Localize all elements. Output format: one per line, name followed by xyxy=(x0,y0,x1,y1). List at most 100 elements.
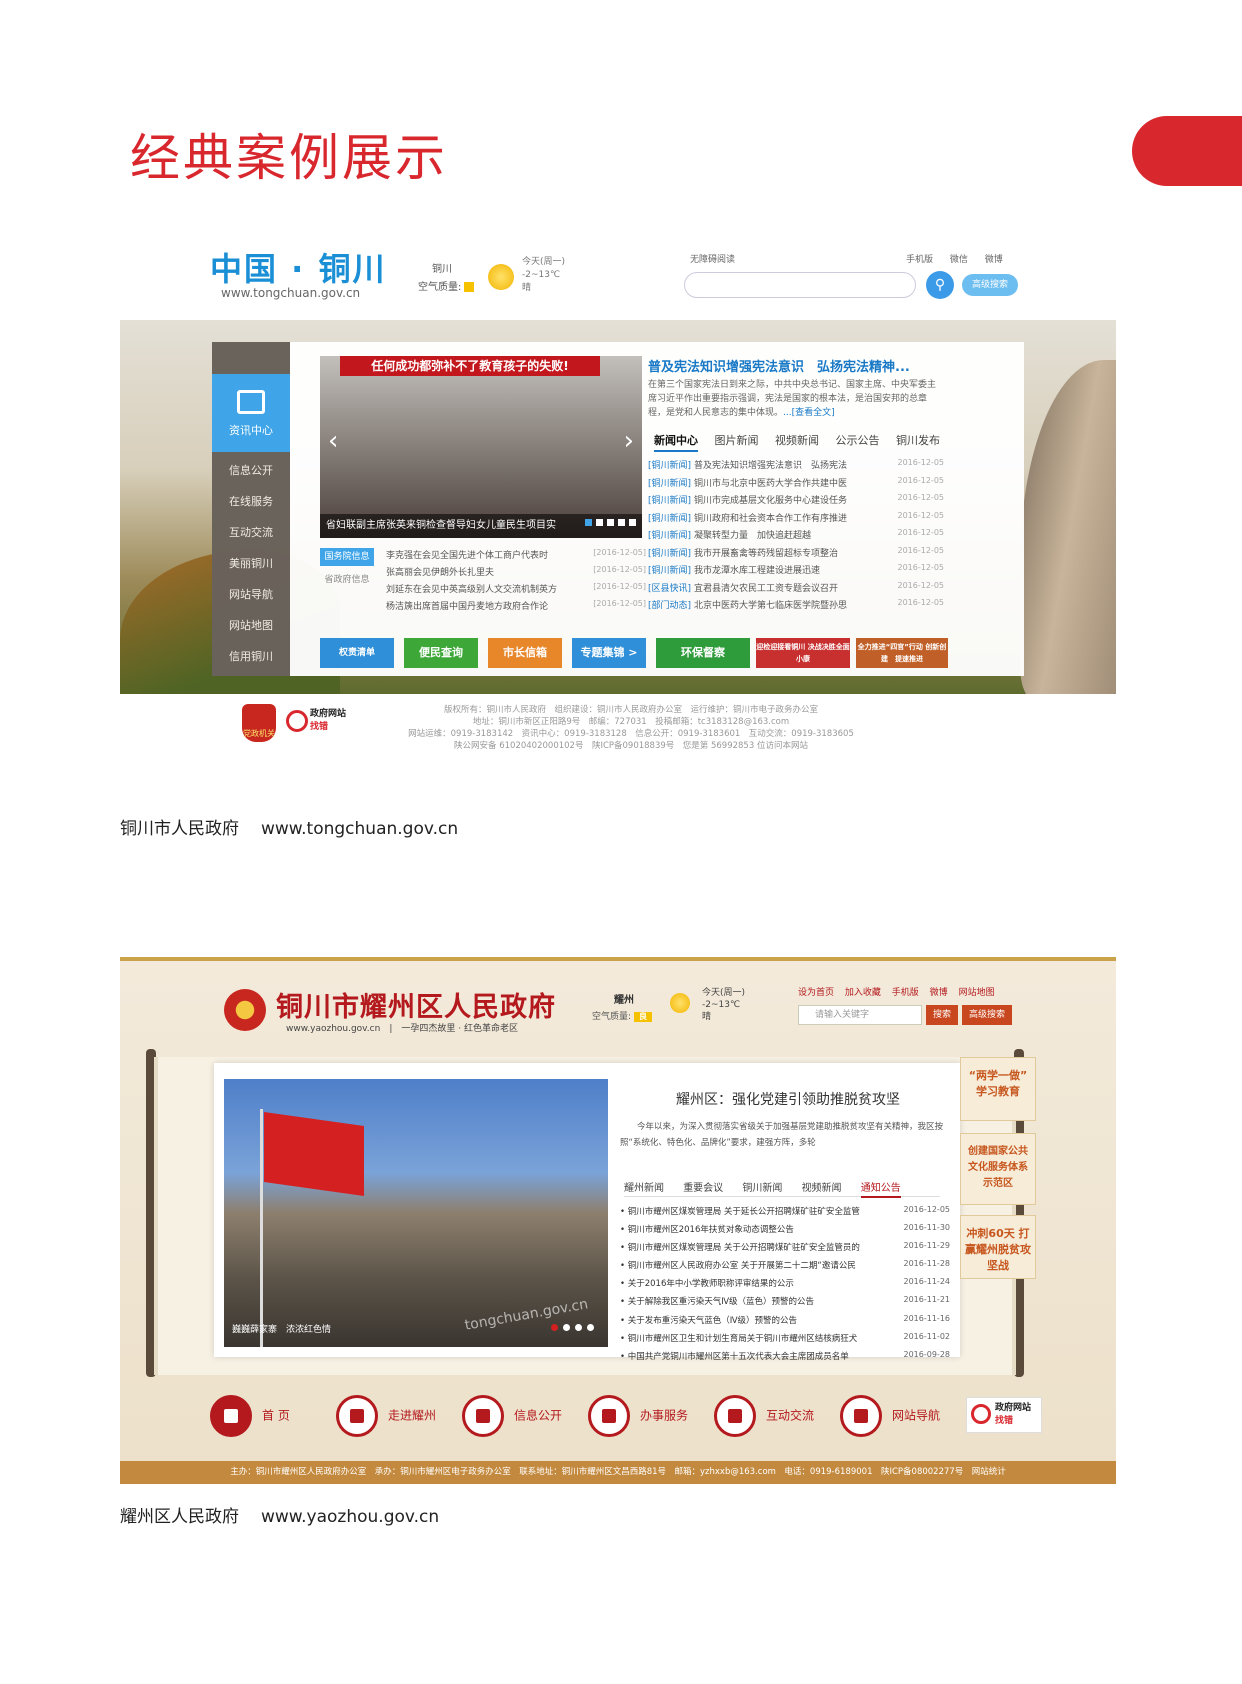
site-subtitle: www.yaozhou.gov.cn | 一孕四杰故里 · 红色革命老区 xyxy=(286,1024,518,1034)
search-icon[interactable]: ⚲ xyxy=(926,271,954,299)
tab-video-news[interactable]: 视频新闻 xyxy=(802,1183,842,1194)
list-item[interactable]: [铜川新闻] 我市开展畜禽等药残留超标专项整治 2016-12-05 xyxy=(648,546,944,564)
list-item[interactable]: • 关于2016年中小学教师职称评审结果的公示 2016-11-24 xyxy=(620,1277,950,1295)
carousel-dots[interactable] xyxy=(581,511,636,530)
quick-link-env-inspection[interactable]: 环保督察 xyxy=(656,638,750,668)
list-item[interactable]: [区县快讯] 宜君县清欠农民工工资专题会议召开 2016-12-05 xyxy=(648,581,944,599)
tab-yaozhou-news[interactable]: 耀州新闻 xyxy=(624,1183,664,1194)
tab-state-council[interactable]: 国务院信息 xyxy=(320,548,374,566)
nav-label: 办事服务 xyxy=(640,1408,689,1423)
sidebar-item-credit[interactable]: 信用铜川 xyxy=(212,648,290,664)
party-gov-emblem[interactable]: 党政机关 xyxy=(242,704,276,742)
list-item[interactable]: • 铜川市耀州区2016年扶贫对象动态调整公告 2016-11-30 xyxy=(620,1223,950,1241)
news-title: 北京中医药大学第七临床医学院暨孙思 xyxy=(694,601,848,611)
chevron-right-icon[interactable]: › xyxy=(624,426,634,456)
list-item[interactable]: 杨洁篪出席首届中国丹麦地方政府合作论 [2016-12-05] xyxy=(386,599,646,616)
read-more-link[interactable]: ...[查看全文] xyxy=(783,408,835,418)
magnifier-icon xyxy=(971,1404,991,1424)
list-item[interactable]: • 铜川市耀州区煤炭管理局 关于公开招聘煤矿驻矿安全监管员的 2016-11-29 xyxy=(620,1241,950,1259)
sidebar-item-interaction[interactable]: 互动交流 xyxy=(212,524,290,540)
sidebar-item-disclosure[interactable]: 信息公开 xyxy=(212,462,290,478)
list-item[interactable]: • 关于发布重污染天气蓝色（Ⅳ级）预警的公告 2016-11-16 xyxy=(620,1314,950,1332)
quick-link-four-officials[interactable]: 全力推进“四官”行动 创新创建 提速推进 xyxy=(856,638,948,668)
sun-icon xyxy=(670,993,690,1013)
promo-two-studies[interactable]: “两学一做” 学习教育 xyxy=(960,1057,1036,1121)
tab-news-center[interactable]: 新闻中心 xyxy=(654,434,698,452)
list-item[interactable]: • 铜川市耀州区煤炭管理局 关于延长公开招聘煤矿驻矿安全监管 2016-12-05 xyxy=(620,1205,950,1223)
site-map-link[interactable]: 网站地图 xyxy=(959,988,995,998)
accessibility-link[interactable]: 无障碍阅读 xyxy=(690,252,735,265)
tab-notices[interactable]: 通知公告 xyxy=(860,1183,901,1198)
list-item[interactable]: • 中国共产党铜川市耀州区第十五次代表大会主席团成员名单 2016-09-28 xyxy=(620,1350,950,1368)
news-photo-carousel[interactable]: 任何成功都弥补不了教育孩子的失败! ‹ › 省妇联副主席张英来铜检查督导妇女儿童… xyxy=(320,356,642,538)
sidebar-item-online-service[interactable]: 在线服务 xyxy=(212,493,290,509)
set-homepage-link[interactable]: 设为首页 xyxy=(798,988,834,998)
mobile-link[interactable]: 手机版 xyxy=(892,988,919,998)
sun-icon xyxy=(488,264,514,290)
mobile-link[interactable]: 手机版 xyxy=(906,255,933,265)
nav-about[interactable]: 走进耀州 xyxy=(336,1395,436,1439)
list-item[interactable]: 刘延东在会见中英高级别人文交流机制英方 [2016-12-05] xyxy=(386,582,646,599)
headline-link[interactable]: 耀州区：强化党建引领助推脱贫攻坚 xyxy=(628,1089,948,1109)
list-item[interactable]: [铜川新闻] 铜川市与北京中医药大学合作共建中医 2016-12-05 xyxy=(648,476,944,494)
nav-label: 互动交流 xyxy=(766,1408,815,1423)
advanced-search-button[interactable]: 高级搜索 xyxy=(962,274,1018,296)
quick-link-convenience[interactable]: 便民查询 xyxy=(404,638,478,668)
site-title[interactable]: 铜川市耀州区人民政府 xyxy=(276,985,556,1024)
search-button[interactable]: 搜索 xyxy=(926,1005,958,1025)
news-date: 2016-12-05 xyxy=(897,475,945,485)
list-item[interactable]: [铜川新闻] 铜川政府和社会资本合作工作有序推进 2016-12-05 xyxy=(648,511,944,529)
nav-interaction[interactable]: 互动交流 xyxy=(714,1395,814,1439)
tab-tongchuan-news[interactable]: 铜川新闻 xyxy=(742,1183,782,1194)
quick-link-mayor-mailbox[interactable]: 市长信箱 xyxy=(488,638,562,668)
sidebar-item-news-center[interactable]: 资讯中心 xyxy=(212,374,290,452)
wechat-link[interactable]: 微信 xyxy=(950,255,968,265)
gov-site-error-report[interactable]: 政府网站 找错 xyxy=(966,1397,1042,1433)
nav-site-guide[interactable]: 网站导航 xyxy=(840,1395,940,1439)
top-links: 手机版 微信 微博 xyxy=(892,252,1003,265)
nav-home[interactable]: 首 页 xyxy=(210,1395,290,1439)
weibo-link[interactable]: 微博 xyxy=(985,255,1003,265)
list-item[interactable]: 李克强在会见全国先进个体工商户代表时 [2016-12-05] xyxy=(386,548,646,565)
notice-date: [2016-12-05] xyxy=(593,599,646,608)
site-footer: 主办：铜川市耀州区人民政府办公室 承办：铜川市耀州区电子政务办公室 联系地址：铜… xyxy=(120,1461,1116,1484)
tab-provincial[interactable]: 省政府信息 xyxy=(320,572,374,585)
promo-poverty-alleviation[interactable]: 冲刺60天 打赢耀州脱贫攻坚战 xyxy=(960,1215,1036,1279)
sidebar-item-site-nav[interactable]: 网站导航 xyxy=(212,586,290,602)
site-logo[interactable]: 中国 · 铜川 xyxy=(210,244,386,290)
quick-link-power-list[interactable]: 权责清单 xyxy=(320,638,394,668)
list-item[interactable]: 张高丽会见伊朗外长扎里夫 [2016-12-05] xyxy=(386,565,646,582)
weather-temp: -2~13℃ xyxy=(522,270,561,280)
list-item[interactable]: • 铜川市耀州区人民政府办公室 关于开展第二十二期“邀请公民 2016-11-28 xyxy=(620,1259,950,1277)
promo-public-culture[interactable]: 创建国家公共文化服务体系示范区 xyxy=(960,1133,1036,1205)
add-favorite-link[interactable]: 加入收藏 xyxy=(845,988,881,998)
quick-link-topics[interactable]: 专题集锦 > xyxy=(572,638,646,668)
list-item[interactable]: • 铜川市耀州区卫生和计划生育局关于铜川市耀州区结核病狂犬 2016-11-02 xyxy=(620,1332,950,1350)
nav-disclosure[interactable]: 信息公开 xyxy=(462,1395,562,1439)
advanced-search-button[interactable]: 高级搜索 xyxy=(962,1005,1012,1025)
chevron-left-icon[interactable]: ‹ xyxy=(328,426,338,456)
list-item[interactable]: [铜川新闻] 铜川市完成基层文化服务中心建设任务 2016-12-05 xyxy=(648,493,944,511)
tab-tongchuan-release[interactable]: 铜川发布 xyxy=(896,434,940,447)
air-quality: 空气质量: xyxy=(418,278,475,293)
list-item[interactable]: [铜川新闻] 凝聚转型力量 加快追赶超越 2016-12-05 xyxy=(648,528,944,546)
nav-services[interactable]: 办事服务 xyxy=(588,1395,688,1439)
search-input[interactable] xyxy=(684,272,916,298)
sidebar-item-beautiful-tongchuan[interactable]: 美丽铜川 xyxy=(212,555,290,571)
tab-video-news[interactable]: 视频新闻 xyxy=(775,434,819,447)
sidebar-item-site-map[interactable]: 网站地图 xyxy=(212,617,290,633)
news-photo-carousel[interactable]: tongchuan.gov.cn 巍巍薛家寨 浓浓红色情 xyxy=(224,1079,608,1347)
search-input[interactable]: 请输入关键字 xyxy=(798,1005,922,1025)
quick-link-inspection-promo[interactable]: 迎检迎接看铜川 决战决胜全面小康 xyxy=(756,638,850,668)
list-item[interactable]: [铜川新闻] 我市龙潭水库工程建设进展迅速 2016-12-05 xyxy=(648,563,944,581)
list-item[interactable]: [铜川新闻] 普及宪法知识增强宪法意识 弘扬宪法 2016-12-05 xyxy=(648,458,944,476)
tab-announcements[interactable]: 公示公告 xyxy=(836,434,880,447)
list-item[interactable]: [部门动态] 北京中医药大学第七临床医学院暨孙思 2016-12-05 xyxy=(648,598,944,616)
list-item[interactable]: • 关于解除我区重污染天气Ⅳ级（蓝色）预警的公告 2016-11-21 xyxy=(620,1295,950,1313)
carousel-dots[interactable] xyxy=(546,1316,594,1335)
weibo-link[interactable]: 微博 xyxy=(930,988,948,998)
tab-important-meetings[interactable]: 重要会议 xyxy=(683,1183,723,1194)
headline-link[interactable]: 普及宪法知识增强宪法意识 弘扬宪法精神... xyxy=(648,356,910,375)
gov-site-error-report[interactable]: 政府网站 找错 xyxy=(286,708,356,738)
tab-photo-news[interactable]: 图片新闻 xyxy=(715,434,759,447)
